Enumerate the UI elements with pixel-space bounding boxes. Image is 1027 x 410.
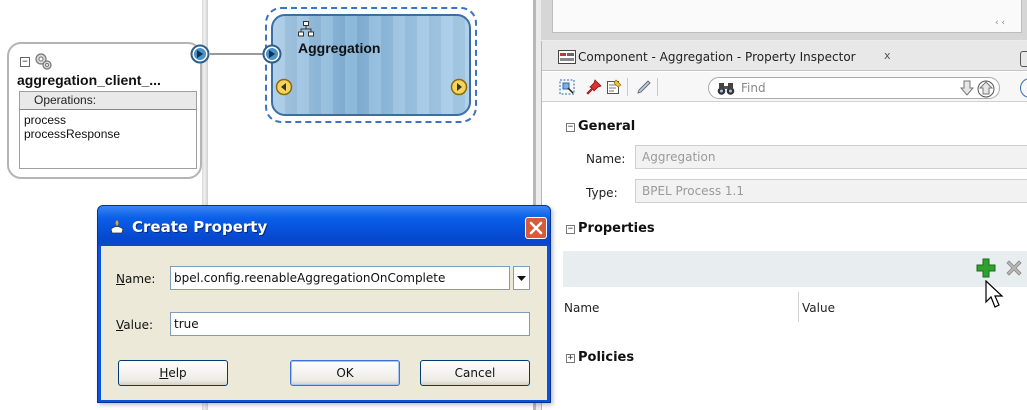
collapse-properties-icon[interactable]: − — [566, 225, 575, 234]
find-field[interactable]: Find — [708, 77, 1000, 99]
expand-policies-icon[interactable]: + — [566, 354, 575, 363]
property-value-input[interactable]: true — [170, 312, 530, 336]
wire-connection[interactable] — [210, 53, 268, 55]
collapse-general-icon[interactable]: − — [566, 123, 575, 132]
toolbar-separator — [657, 78, 658, 96]
property-name-combobox[interactable]: bpel.config.reenableAggregationOnComplet… — [170, 266, 510, 290]
general-header[interactable]: General — [578, 119, 635, 134]
find-next-icon[interactable] — [959, 80, 975, 96]
toolbar-separator — [627, 78, 628, 96]
close-tab-icon[interactable]: x — [884, 49, 891, 62]
remove-property-icon[interactable] — [1003, 257, 1025, 279]
value-field-label: Value: — [116, 318, 153, 332]
bpel-process-icon — [298, 21, 314, 37]
ok-button[interactable]: OK — [290, 360, 400, 386]
binoculars-icon — [717, 83, 735, 95]
edit-properties-icon[interactable] — [606, 79, 622, 95]
gear-icon — [35, 53, 52, 70]
dropdown-button[interactable] — [513, 266, 530, 290]
upper-pane-content: ‹ ‹ — [552, 0, 1022, 33]
close-dialog-button[interactable] — [525, 217, 547, 239]
scroll-arrows-icon[interactable]: ‹ ‹ — [995, 18, 1005, 28]
column-divider[interactable] — [798, 292, 799, 322]
operations-list: process processResponse — [19, 109, 197, 169]
bpel-component-name: Aggregation — [298, 40, 381, 56]
component-name-field: Aggregation — [635, 145, 1027, 169]
jdeveloper-icon — [110, 220, 124, 234]
right-panel: ‹ ‹ Component - Aggregation - Property I… — [536, 0, 1027, 410]
inspector-toolbar: Find — [542, 72, 1027, 102]
bpel-right-reference-icon[interactable] — [450, 78, 468, 96]
operation-item: processResponse — [24, 127, 121, 141]
operations-header: Operations: — [19, 91, 197, 109]
bpel-component[interactable]: Aggregation — [271, 14, 471, 116]
service-component[interactable]: − aggregation_client_... Operations: pro… — [7, 42, 202, 179]
operation-item: process — [24, 113, 67, 127]
cancel-button[interactable]: Cancel — [420, 360, 530, 386]
pin-icon[interactable] — [586, 79, 602, 95]
find-previous-icon[interactable] — [977, 80, 995, 98]
inspector-icon — [558, 50, 576, 64]
upper-pane: ‹ ‹ — [541, 0, 1027, 40]
help-button[interactable]: Help — [118, 360, 228, 386]
bpel-left-reference-icon[interactable] — [275, 78, 293, 96]
bpel-inbound-port-icon[interactable] — [262, 44, 282, 64]
dialog-title: Create Property — [132, 218, 268, 236]
tab-label: Component - Aggregation - Property Inspe… — [578, 50, 856, 64]
column-header-name[interactable]: Name — [564, 301, 599, 315]
close-icon — [529, 221, 543, 235]
type-label: Type: — [586, 186, 618, 200]
property-inspector: Component - Aggregation - Property Inspe… — [541, 41, 1027, 410]
create-property-dialog: Create Property Name: bpel.config.reenab… — [97, 205, 551, 403]
name-label: Name: — [586, 152, 626, 166]
select-icon[interactable] — [559, 79, 575, 95]
dialog-titlebar[interactable]: Create Property — [98, 206, 550, 246]
help-icon[interactable] — [1020, 78, 1027, 98]
find-placeholder: Find — [741, 81, 766, 95]
policies-header[interactable]: Policies — [578, 350, 634, 365]
pencil-icon[interactable] — [636, 79, 652, 95]
chevron-down-icon — [517, 276, 526, 281]
service-port-icon[interactable] — [190, 44, 210, 64]
properties-header[interactable]: Properties — [578, 221, 655, 236]
minimize-icon[interactable] — [1020, 51, 1027, 67]
properties-toolbar — [563, 251, 1027, 287]
mouse-cursor-icon — [985, 280, 1004, 308]
property-inspector-tab[interactable]: Component - Aggregation - Property Inspe… — [542, 41, 1027, 71]
add-property-icon[interactable] — [975, 257, 997, 279]
name-field-label: Name: — [116, 272, 156, 286]
service-name: aggregation_client_... — [17, 72, 161, 88]
column-header-value[interactable]: Value — [802, 301, 835, 315]
component-type-field: BPEL Process 1.1 — [635, 179, 1027, 203]
collapse-icon[interactable]: − — [20, 57, 30, 67]
